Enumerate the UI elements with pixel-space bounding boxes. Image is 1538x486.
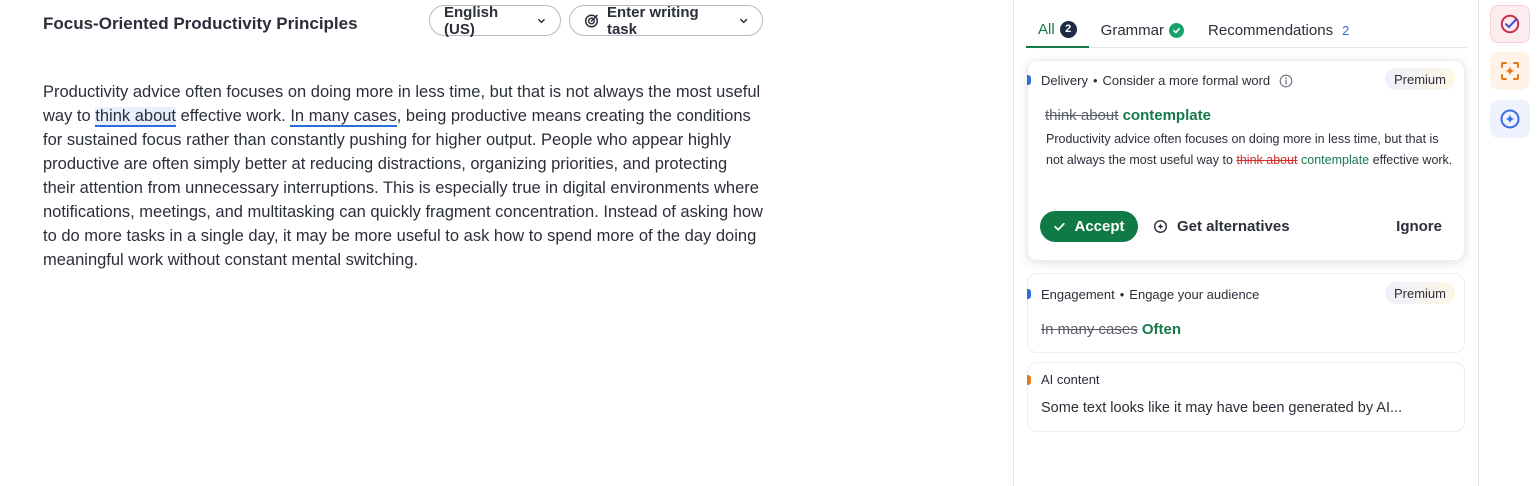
tab-recommendations[interactable]: Recommendations 2 — [1196, 12, 1361, 48]
info-icon[interactable] — [1279, 74, 1293, 88]
card-header: AI content — [1041, 372, 1100, 387]
suggestion-card-delivery[interactable]: Delivery • Consider a more formal word P… — [1027, 60, 1465, 261]
preview-new: contemplate — [1301, 153, 1370, 167]
tab-recommendations-count: 2 — [1342, 22, 1350, 38]
premium-badge: Premium — [1384, 68, 1455, 90]
accept-button[interactable]: Accept — [1040, 211, 1138, 242]
document-title[interactable]: Focus-Oriented Productivity Principles — [43, 14, 358, 34]
rail-ai-button[interactable] — [1490, 100, 1530, 138]
card-category: Delivery — [1041, 73, 1088, 88]
language-label: English (US) — [444, 3, 499, 38]
tab-all-label: All — [1038, 20, 1055, 38]
check-icon — [1054, 222, 1066, 231]
preview-strike: think about — [1236, 153, 1298, 167]
ai-sparkle-icon — [1500, 109, 1520, 129]
chevron-down-icon — [739, 18, 747, 23]
tab-grammar[interactable]: Grammar — [1089, 12, 1196, 48]
writing-task-button[interactable]: Enter writing task — [569, 3, 763, 38]
category-marker — [1027, 289, 1031, 299]
suggested-text: contemplate — [1122, 107, 1211, 124]
tab-grammar-label: Grammar — [1100, 21, 1165, 39]
target-icon — [584, 13, 599, 28]
suggestion-card-ai-content[interactable]: AI content Some text looks like it may h… — [1027, 362, 1465, 432]
replacement-suggestion: In many cases Often — [1041, 321, 1181, 338]
suggestion-preview: Productivity advice often focuses on doi… — [1046, 129, 1454, 171]
sparkle-plus-icon — [1153, 219, 1168, 234]
accept-label: Accept — [1074, 218, 1125, 235]
original-text: think about — [1045, 107, 1119, 124]
tab-recommendations-label: Recommendations — [1208, 21, 1334, 39]
suggestion-highlight-think-about[interactable]: think about — [95, 107, 177, 127]
card-header: Engagement • Engage your audience — [1041, 287, 1259, 302]
tab-all-count: 2 — [1059, 20, 1077, 38]
writing-task-label: Enter writing task — [606, 3, 699, 38]
card-category: Engagement — [1041, 287, 1115, 302]
get-alternatives-label: Get alternatives — [1177, 218, 1290, 235]
separator-dot: • — [1119, 287, 1125, 302]
suggestion-tabs: All 2 Grammar Recommendations 2 — [1026, 12, 1467, 48]
check-circle-icon — [1500, 14, 1520, 34]
suggested-text: Often — [1141, 321, 1182, 338]
ai-content-message: Some text looks like it may have been ge… — [1041, 400, 1403, 416]
separator-dot: • — [1092, 73, 1098, 88]
body-text-segment: effective work. — [176, 107, 291, 125]
get-alternatives-button[interactable]: Get alternatives — [1153, 211, 1290, 242]
rail-scan-button[interactable] — [1490, 52, 1530, 90]
card-summary: Consider a more formal word — [1102, 73, 1271, 88]
preview-text-end: effective work. — [1369, 153, 1453, 167]
document-body[interactable]: Productivity advice often focuses on doi… — [43, 80, 763, 272]
suggestion-card-engagement[interactable]: Engagement • Engage your audience Premiu… — [1027, 273, 1465, 353]
body-text-segment: , being productive means creating the co… — [43, 107, 763, 269]
original-text: In many cases — [1041, 321, 1138, 338]
premium-badge: Premium — [1384, 282, 1455, 304]
card-header: Delivery • Consider a more formal word — [1041, 73, 1293, 88]
suggestion-highlight-in-many-cases[interactable]: In many cases — [290, 107, 397, 127]
rail-review-button[interactable] — [1490, 5, 1530, 43]
scan-icon — [1501, 62, 1519, 80]
ignore-button[interactable]: Ignore — [1396, 211, 1442, 242]
category-marker — [1027, 75, 1031, 85]
category-marker — [1027, 375, 1031, 385]
card-category: AI content — [1041, 372, 1100, 387]
language-selector[interactable]: English (US) — [429, 3, 561, 38]
replacement-suggestion: think about contemplate — [1045, 107, 1211, 124]
chevron-down-icon — [538, 18, 545, 23]
check-circle-icon — [1169, 22, 1185, 38]
tab-all[interactable]: All 2 — [1026, 12, 1089, 48]
card-summary: Engage your audience — [1129, 287, 1260, 302]
